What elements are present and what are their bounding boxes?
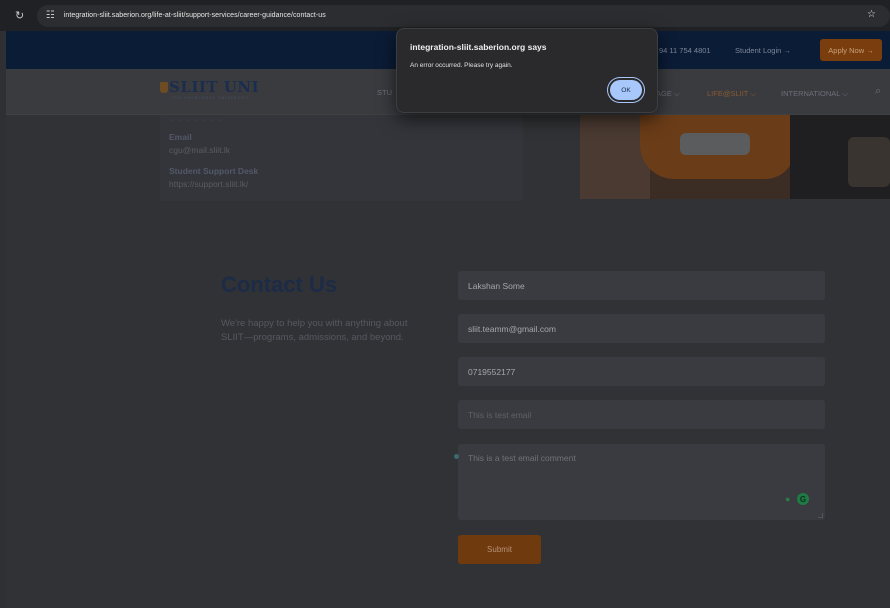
resize-handle[interactable]	[818, 513, 823, 518]
location-pin-icon[interactable]: ●	[785, 494, 793, 504]
alert-dialog: integration-sliit.saberion.org says An e…	[396, 28, 658, 113]
comment-text: This is a test email comment	[468, 453, 576, 463]
apply-now-button[interactable]: Apply Now →	[820, 39, 882, 61]
nav-item-students[interactable]: STU	[377, 88, 392, 97]
sliit-logo[interactable]: SLIIT UNI THE KNOWLEDGE UNIVERSITY	[160, 78, 260, 100]
name-field[interactable]: Lakshan Some	[458, 271, 825, 300]
logo-tagline: THE KNOWLEDGE UNIVERSITY	[172, 96, 249, 100]
nav-item-international[interactable]: INTERNATIONAL ⌵	[781, 89, 848, 99]
comment-textarea[interactable]: This is a test email comment ● G	[454, 444, 825, 520]
bookmark-star-icon[interactable]: ☆	[867, 9, 876, 20]
dialog-message: An error occurred. Please try again.	[410, 62, 513, 69]
crest-icon	[160, 82, 168, 93]
nav-item-age[interactable]: AGE ⌵	[656, 89, 680, 99]
website-page: 94 11 754 4801 Student Login → Apply Now…	[6, 31, 890, 608]
support-desk-label: Student Support Desk	[169, 166, 259, 176]
nav-item-life-at-sliit[interactable]: LIFE@SLIIT ⌵	[707, 89, 756, 99]
email-field[interactable]: sliit.teamm@gmail.com	[458, 314, 825, 343]
email-label: Email	[169, 132, 192, 142]
focus-dot	[454, 454, 459, 459]
students-photo	[580, 115, 890, 199]
grammarly-icon[interactable]: G	[797, 493, 809, 505]
contact-description: We're happy to help you with anything ab…	[221, 318, 408, 343]
reload-icon[interactable]: ↻	[15, 9, 31, 22]
contact-us-heading: Contact Us	[221, 272, 338, 297]
url-text: integration-sliit.saberion.org/life-at-s…	[63, 12, 326, 19]
dialog-title: integration-sliit.saberion.org says	[410, 42, 547, 52]
subject-field[interactable]: This is test email	[458, 400, 825, 429]
phone-field[interactable]: 0719552177	[458, 357, 825, 386]
support-desk-link[interactable]: https://support.sliit.lk/	[169, 179, 248, 189]
search-icon[interactable]: ⌕	[875, 85, 881, 98]
student-login-link[interactable]: Student Login →	[735, 46, 791, 55]
address-bar[interactable]: ☷ integration-sliit.saberion.org/life-at…	[36, 4, 890, 27]
logo-text: SLIIT UNI	[169, 78, 260, 96]
ok-button[interactable]: OK	[610, 80, 642, 100]
email-value[interactable]: cgu@mail.sliit.lk	[169, 145, 230, 155]
truncated-text: · · · · · · ·	[170, 117, 224, 124]
browser-toolbar: ↻ ☷ integration-sliit.saberion.org/life-…	[0, 0, 890, 31]
phone-number[interactable]: 94 11 754 4801	[659, 46, 711, 55]
site-info-icon[interactable]: ☷	[46, 10, 58, 21]
submit-button[interactable]: Submit	[458, 535, 541, 564]
